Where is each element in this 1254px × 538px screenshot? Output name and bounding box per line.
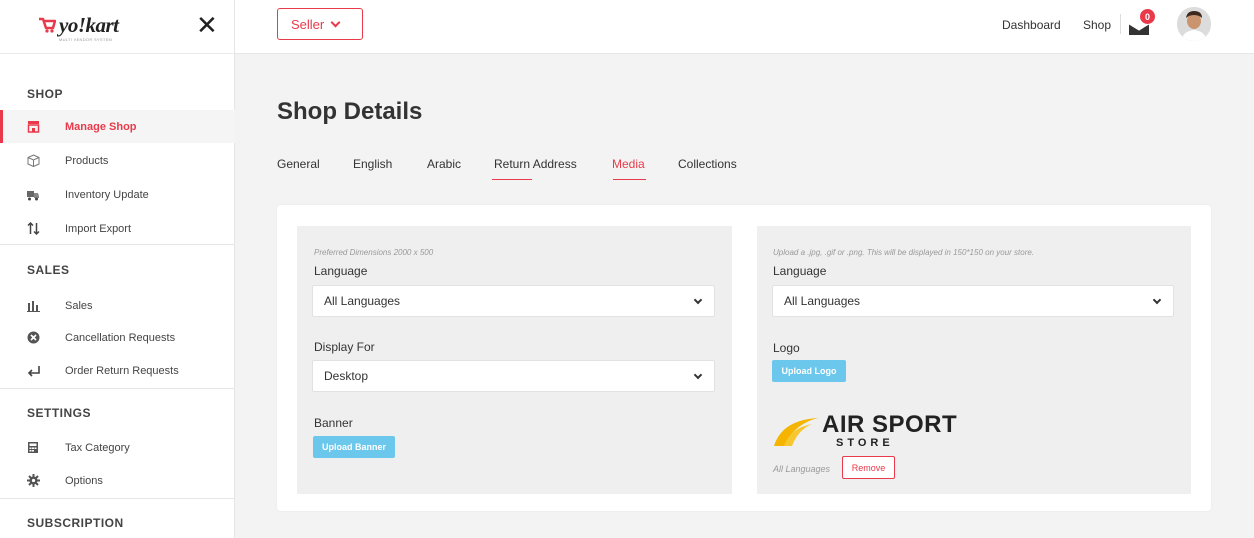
banner-label: Banner: [314, 416, 353, 430]
tab-english[interactable]: English: [353, 157, 392, 171]
upload-logo-button[interactable]: Upload Logo: [772, 360, 846, 382]
sidebar-item-sales[interactable]: Sales: [0, 289, 235, 322]
sidebar-section-settings: SETTINGS: [27, 406, 92, 420]
sidebar-item-cancellation-requests[interactable]: Cancellation Requests: [0, 321, 235, 354]
box-icon: [26, 154, 40, 168]
bar-chart-icon: [26, 299, 40, 313]
logo-preview-title: AIR SPORT: [822, 411, 958, 438]
logo-upload-hint: Upload a .jpg, .gif or .png. This will b…: [773, 248, 1035, 257]
banner-dimensions-hint: Preferred Dimensions 2000 x 500: [314, 248, 434, 257]
logo-language-value: All Languages: [784, 294, 861, 308]
tab-underline-active: [613, 179, 646, 180]
calculator-icon: [26, 441, 40, 455]
logo-language-label: Language: [773, 264, 827, 278]
display-for-value: Desktop: [324, 369, 369, 383]
banner-language-value: All Languages: [324, 294, 401, 308]
brand-name: yo!kart: [59, 13, 119, 37]
dashboard-link[interactable]: Dashboard: [1002, 18, 1061, 32]
sidebar-item-options[interactable]: Options: [0, 464, 235, 497]
tab-media[interactable]: Media: [612, 157, 645, 171]
cancel-circle-icon: [26, 331, 40, 345]
tab-underline: [492, 179, 532, 180]
sidebar-item-import-export[interactable]: Import Export: [0, 212, 235, 245]
sidebar-item-label: Cancellation Requests: [65, 331, 176, 344]
tab-general[interactable]: General: [277, 157, 320, 171]
sidebar: yo!kart MULTI VENDOR SYSTEM ✕ SHOP Manag…: [0, 0, 235, 538]
user-avatar[interactable]: [1177, 7, 1211, 41]
tab-collections[interactable]: Collections: [678, 157, 737, 171]
tab-return-address[interactable]: Return Address: [494, 157, 577, 171]
sidebar-header: yo!kart MULTI VENDOR SYSTEM ✕: [0, 0, 234, 54]
display-for-select[interactable]: Desktop: [312, 360, 715, 392]
banner-language-select[interactable]: All Languages: [312, 285, 715, 317]
sidebar-item-label: Inventory Update: [65, 188, 149, 201]
sidebar-item-tax-category[interactable]: Tax Category: [0, 431, 235, 464]
logo-language-select[interactable]: All Languages: [772, 285, 1174, 317]
sidebar-item-manage-shop[interactable]: Manage Shop: [0, 110, 235, 143]
cart-logo-icon: [38, 17, 56, 33]
sidebar-section-shop: SHOP: [27, 87, 64, 101]
shop-link[interactable]: Shop: [1083, 18, 1111, 32]
banner-language-label: Language: [314, 264, 368, 278]
gear-icon: [26, 474, 40, 488]
logo-label: Logo: [773, 341, 800, 355]
display-for-label: Display For: [314, 340, 375, 354]
sidebar-divider: [0, 498, 235, 499]
sidebar-item-label: Sales: [65, 299, 93, 312]
notification-badge: 0: [1140, 9, 1155, 24]
sidebar-section-subscription: SUBSCRIPTION: [27, 516, 124, 530]
logo-preview-subtitle: STORE: [836, 437, 894, 449]
uploaded-logo-preview: AIR SPORT STORE: [772, 412, 972, 452]
seller-dropdown-button[interactable]: Seller: [277, 8, 363, 40]
sidebar-item-label: Order Return Requests: [65, 364, 179, 377]
topbar-divider: [1120, 14, 1121, 34]
sidebar-item-order-return-requests[interactable]: Order Return Requests: [0, 354, 235, 387]
close-sidebar-icon[interactable]: ✕: [196, 12, 218, 38]
logo-preview-language: All Languages: [773, 464, 831, 474]
chevron-down-icon: [693, 295, 703, 305]
upload-banner-button[interactable]: Upload Banner: [313, 436, 395, 458]
sidebar-item-label: Import Export: [65, 222, 132, 235]
tab-arabic[interactable]: Arabic: [427, 157, 461, 171]
sort-arrows-icon: [26, 222, 40, 236]
chevron-down-icon: [330, 17, 341, 27]
sidebar-item-products[interactable]: Products: [0, 144, 235, 177]
sidebar-item-label: Manage Shop: [65, 120, 137, 133]
sidebar-item-label: Tax Category: [65, 441, 130, 454]
return-arrow-icon: [26, 364, 40, 378]
sidebar-section-sales: SALES: [27, 263, 70, 277]
brand-tagline: MULTI VENDOR SYSTEM: [59, 37, 113, 42]
shop-icon: [26, 120, 40, 134]
sidebar-divider: [0, 388, 235, 389]
sidebar-item-inventory-update[interactable]: Inventory Update: [0, 178, 235, 211]
remove-logo-button[interactable]: Remove: [842, 456, 895, 479]
air-sport-wing-icon: [774, 418, 818, 446]
chevron-down-icon: [693, 370, 703, 380]
page-title: Shop Details: [277, 98, 423, 125]
sidebar-item-label: Options: [65, 474, 103, 487]
seller-label: Seller: [291, 16, 325, 32]
topbar: Seller Dashboard Shop 0: [235, 0, 1254, 54]
sidebar-item-label: Products: [65, 154, 109, 167]
chevron-down-icon: [1152, 295, 1162, 305]
brand-logo[interactable]: yo!kart MULTI VENDOR SYSTEM: [38, 13, 119, 42]
inventory-icon: [26, 188, 40, 202]
sidebar-divider: [0, 244, 235, 245]
